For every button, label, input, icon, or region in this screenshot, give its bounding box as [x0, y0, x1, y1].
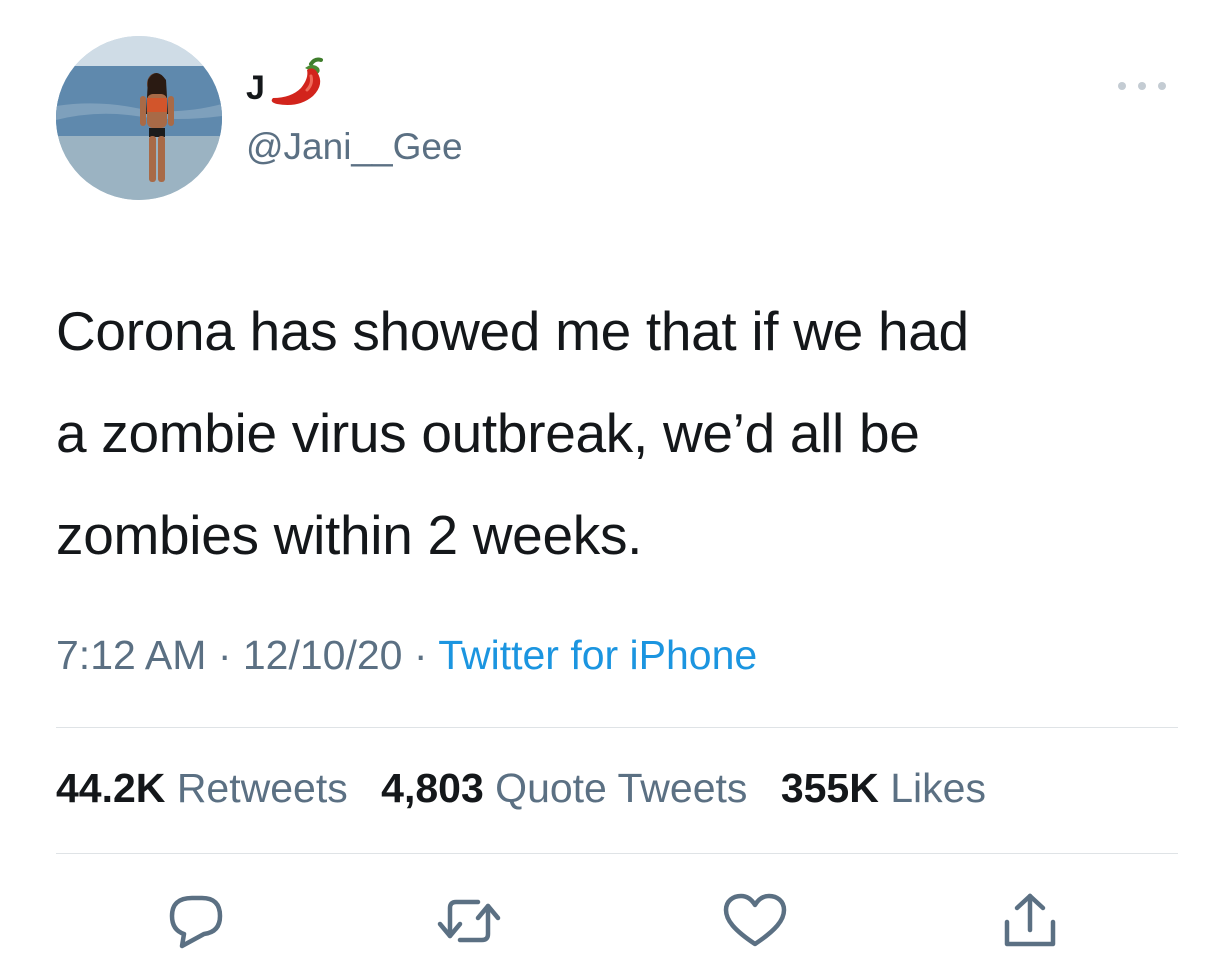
tweet-text-line: zombies within 2 weeks. [56, 504, 643, 566]
likes-label: Likes [890, 765, 986, 811]
retweets-count: 44.2K [56, 765, 166, 811]
tweet-text: Corona has showed me that if we had a zo… [56, 280, 1176, 586]
heart-icon [723, 893, 787, 947]
share-icon [1004, 893, 1056, 947]
retweets-stat[interactable]: 44.2K Retweets [56, 765, 348, 812]
likes-count: 355K [780, 765, 879, 811]
like-button[interactable] [720, 890, 790, 952]
tweet-meta: 7:12 AM · 12/10/20 · Twitter for iPhone [56, 632, 757, 679]
tweet-time[interactable]: 7:12 AM [56, 632, 206, 678]
retweet-button[interactable] [434, 890, 504, 952]
quote-tweets-stat[interactable]: 4,803 Quote Tweets [381, 765, 747, 812]
divider [56, 727, 1178, 728]
quote-tweets-count: 4,803 [381, 765, 484, 811]
avatar-photo [56, 36, 222, 200]
share-button[interactable] [995, 890, 1065, 952]
likes-stat[interactable]: 355K Likes [781, 765, 986, 812]
tweet-text-line: Corona has showed me that if we had [56, 300, 969, 362]
tweet-stats: 44.2K Retweets 4,803 Quote Tweets 355K L… [56, 765, 1008, 812]
retweet-icon [437, 899, 501, 943]
display-name[interactable]: J [246, 57, 329, 110]
reply-icon [169, 895, 223, 949]
avatar[interactable] [56, 36, 222, 200]
meta-separator: · [402, 632, 439, 678]
more-options-icon[interactable] [1112, 76, 1172, 96]
user-handle[interactable]: @Jani__Gee [246, 126, 463, 168]
tweet-source-link[interactable]: Twitter for iPhone [438, 632, 757, 678]
tweet-date[interactable]: 12/10/20 [243, 632, 403, 678]
hot-pepper-icon [267, 54, 329, 110]
reply-button[interactable] [162, 890, 232, 952]
quote-tweets-label: Quote Tweets [495, 765, 748, 811]
retweets-label: Retweets [176, 765, 348, 811]
display-name-text: J [246, 68, 265, 107]
tweet-detail: J @Jani__Gee Corona has showed me that i… [0, 0, 1215, 959]
meta-separator: · [206, 632, 243, 678]
divider [56, 853, 1178, 854]
tweet-text-line: a zombie virus outbreak, we’d all be [56, 402, 920, 464]
